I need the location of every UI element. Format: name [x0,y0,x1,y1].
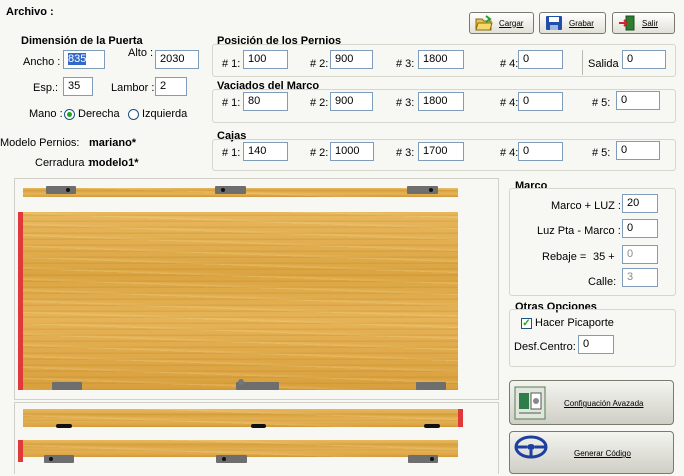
floppy-disk-icon [545,15,563,31]
vaciado-2-input[interactable]: 900 [330,92,373,111]
caja-2-input[interactable]: 1000 [330,142,374,161]
folder-open-icon [475,15,493,31]
derecha-radio[interactable] [64,109,75,120]
bottom-hinge-3 [416,382,446,390]
ancho-label: Ancho : [23,56,61,68]
esp-label: Esp.: [33,82,59,94]
caja-2-label: # 2: [310,147,329,159]
frame-slot-2 [251,424,266,428]
vaciado-4-label: # 4: [500,97,519,109]
rebaje-input[interactable]: 0 [622,245,658,264]
alto-label: Alto : [128,47,154,59]
ancho-input[interactable]: 835 [63,50,105,69]
marco-luz-input[interactable]: 20 [622,194,658,213]
rebaje-base: 35 + [593,251,615,263]
desf-centro-label: Desf.Centro: [514,341,576,353]
bottom-hinge-2 [236,379,279,390]
grabar-button[interactable]: Grabar [539,12,606,34]
caja-4-label: # 4: [500,147,519,159]
pernio-1-input[interactable]: 100 [243,50,288,69]
pernio-2-label: # 2: [310,58,329,70]
configuracion-avanzada-label: Configuación Avazada [564,399,644,408]
pernio-2-input[interactable]: 900 [330,50,373,69]
salida-divider [582,50,583,75]
vaciado-2-label: # 2: [310,97,329,109]
frame-strip-1 [23,409,458,427]
caja-5-label: # 5: [592,147,611,159]
izquierda-radio[interactable] [128,109,139,120]
vaciado-1-label: # 1: [222,97,241,109]
vaciado-3-label: # 3: [396,97,415,109]
pernio-1-label: # 1: [222,58,241,70]
steering-wheel-icon [513,434,549,460]
exit-door-icon [618,15,636,31]
settings-panel-icon [513,385,547,421]
pernio-3-input[interactable]: 1800 [418,50,464,69]
calle-input[interactable]: 3 [622,268,658,287]
frame-slot-3 [424,424,440,428]
configuracion-avanzada-button[interactable]: Configuación Avazada [509,380,674,425]
cerradura-value: modelo1* [89,157,139,169]
luz-pta-marco-input[interactable]: 0 [622,219,658,238]
grabar-label: Grabar [569,18,594,28]
rebaje-label: Rebaje = [542,251,587,263]
izquierda-label: Izquierda [142,108,188,120]
generar-codigo-label: Generar Código [574,449,631,458]
frame-hinge-1 [44,455,74,463]
esp-input[interactable]: 35 [63,77,93,96]
top-hinge-1 [46,186,76,194]
door-leaf [23,212,458,390]
pernio-4-input[interactable]: 0 [518,50,563,69]
picaporte-label: Hacer Picaporte [535,317,614,329]
salir-button[interactable]: Salir [612,12,675,34]
frame-strip-1-end [458,409,463,427]
lambor-input[interactable]: 2 [155,77,187,96]
lambor-label: Lambor : [111,82,155,94]
cargar-button[interactable]: Cargar [469,12,534,34]
salida-input[interactable]: 0 [622,50,666,69]
top-hinge-3 [407,186,438,194]
vaciado-1-input[interactable]: 80 [243,92,288,111]
vaciado-3-input[interactable]: 1800 [418,92,464,111]
caja-5-input[interactable]: 0 [616,141,660,160]
caja-3-label: # 3: [396,147,415,159]
frame-hinge-3 [408,455,438,463]
vaciado-5-label: # 5: [592,97,611,109]
bottom-hinge-1 [52,382,82,390]
caja-3-input[interactable]: 1700 [418,142,464,161]
salida-label: Salida : [588,58,625,70]
caja-4-input[interactable]: 0 [518,142,563,161]
cargar-label: Cargar [499,18,524,28]
alto-input[interactable]: 2030 [155,50,199,69]
picaporte-checkbox[interactable]: ✓ [521,318,532,329]
mano-label: Mano : [29,108,63,120]
desf-centro-input[interactable]: 0 [578,335,614,354]
marco-luz-label: Marco + LUZ : [551,200,621,212]
pernio-4-label: # 4: [500,58,519,70]
luz-pta-marco-label: Luz Pta - Marco : [537,225,621,237]
archivo-menu[interactable]: Archivo : [6,6,54,18]
vaciado-5-input[interactable]: 0 [616,91,660,110]
caja-1-label: # 1: [222,147,241,159]
cerradura-label: Cerradura : [35,157,91,169]
modelo-pernios-value: mariano* [89,137,137,149]
vaciado-4-input[interactable]: 0 [518,92,563,111]
derecha-label: Derecha [78,108,120,120]
modelo-pernios-label: Modelo Pernios: [0,137,80,149]
dimension-title: Dimensión de la Puerta [21,35,143,47]
top-hinge-2 [215,186,246,194]
caja-1-input[interactable]: 140 [243,142,288,161]
pernio-3-label: # 3: [396,58,415,70]
frame-hinge-2 [216,455,247,463]
generar-codigo-button[interactable]: Generar Código [509,431,674,474]
salir-label: Salir [642,18,659,28]
frame-slot-1 [56,424,72,428]
calle-label: Calle: [588,276,617,288]
